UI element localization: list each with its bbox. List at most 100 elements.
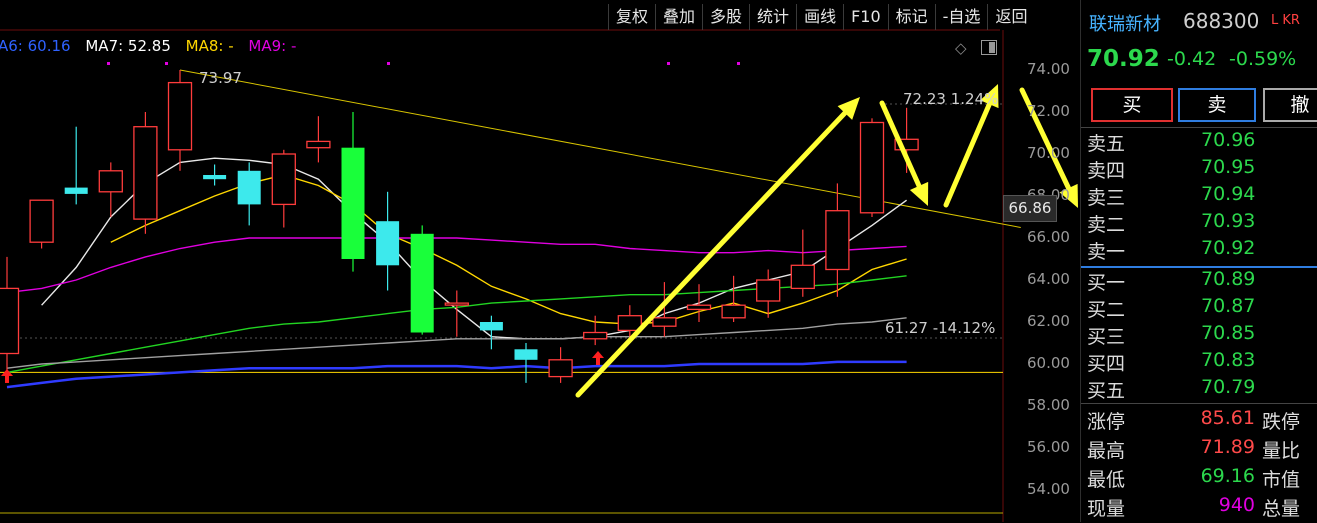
- candle-body-up: [790, 264, 815, 290]
- ma-legend: A6: 60.16 MA7: 52.85 MA8: - MA9: -: [0, 37, 306, 55]
- last-price: 70.92: [1087, 46, 1160, 72]
- toolbar-fuquan-button[interactable]: 复权: [608, 4, 655, 30]
- price-axis-label: 64.00: [1027, 270, 1070, 288]
- stat-value: 85.61: [1200, 407, 1255, 429]
- stat-row: 最高 71.89 量比: [1081, 436, 1317, 465]
- stat-label: 涨停: [1087, 411, 1126, 433]
- ask-price: 70.96: [1201, 129, 1256, 151]
- price-axis-label: 60.00: [1027, 354, 1070, 372]
- candle-body-up: [686, 304, 712, 311]
- divider: [1081, 403, 1317, 404]
- stat-label: 现量: [1087, 498, 1126, 520]
- stat-value: 69.16: [1200, 465, 1255, 487]
- ask-label: 卖三: [1087, 187, 1126, 209]
- price-axis-label: 70.00: [1027, 144, 1070, 162]
- toolbar-multi-stock-button[interactable]: 多股: [702, 4, 749, 30]
- ask-row[interactable]: 卖一 70.92: [1081, 237, 1317, 264]
- event-marker: [387, 62, 390, 65]
- bid-price: 70.85: [1201, 322, 1256, 344]
- stat-row: 最低 69.16 市值: [1081, 465, 1317, 494]
- ma-legend-ma9: MA9: -: [248, 37, 297, 55]
- toolbar-stats-button[interactable]: 统计: [749, 4, 796, 30]
- bid-row[interactable]: 买二 70.87: [1081, 295, 1317, 322]
- toolbar-overlay-button[interactable]: 叠加: [655, 4, 702, 30]
- layout-toggle-icon[interactable]: [981, 40, 998, 55]
- ask-price: 70.95: [1201, 156, 1256, 178]
- candle-body-down: [376, 221, 400, 266]
- candle-body-up: [721, 304, 746, 319]
- right-low-label: 61.27 -14.12%: [885, 319, 996, 337]
- candle-body-up: [29, 199, 54, 243]
- ma-line-a6: [6, 360, 907, 389]
- candle-body-up: [133, 126, 158, 220]
- candle-body-down: [410, 233, 434, 333]
- candle-body-up: [652, 317, 677, 327]
- chart-controls: ◇: [955, 38, 998, 57]
- candle-body-up: [167, 81, 193, 151]
- stat-value: 71.89: [1200, 436, 1255, 458]
- high-label: 73.97: [199, 69, 242, 87]
- candle-body-down: [237, 170, 261, 205]
- toolbar-f10-button[interactable]: F10: [843, 4, 888, 30]
- candle-body-down: [64, 187, 88, 194]
- buy-button[interactable]: 买: [1091, 88, 1173, 122]
- stat-label-secondary: 市值: [1262, 469, 1301, 491]
- price-axis-label: 58.00: [1027, 396, 1070, 414]
- candle-body-up: [548, 359, 573, 378]
- ask-row[interactable]: 卖四 70.95: [1081, 156, 1317, 183]
- bid-label: 买三: [1087, 326, 1126, 348]
- candle-body-up: [859, 121, 885, 214]
- buy-signal-arrow-icon: [592, 351, 604, 365]
- bid-row[interactable]: 买一 70.89: [1081, 268, 1317, 295]
- candle-body-down: [514, 349, 538, 360]
- ask-label: 卖一: [1087, 241, 1126, 263]
- candle-body-up: [0, 287, 20, 355]
- bid-row[interactable]: 买五 70.79: [1081, 376, 1317, 403]
- ask-row[interactable]: 卖三 70.94: [1081, 183, 1317, 210]
- divider: [1081, 127, 1317, 128]
- candle-body-up: [271, 153, 296, 206]
- candle-body-up: [825, 210, 850, 271]
- price-axis-label: 66.00: [1027, 228, 1070, 246]
- price-axis-label: 74.00: [1027, 60, 1070, 78]
- candlestick-chart[interactable]: [0, 0, 1080, 522]
- price-axis-label: 72.00: [1027, 102, 1070, 120]
- toolbar-back-button[interactable]: 返回: [987, 4, 1034, 30]
- annotation-arrow-up-1-shaft: [575, 110, 848, 398]
- ask-row[interactable]: 卖二 70.93: [1081, 210, 1317, 237]
- candle-body-down: [341, 147, 365, 259]
- toolbar-mark-button[interactable]: 标记: [887, 4, 935, 30]
- price-axis-label: 62.00: [1027, 312, 1070, 330]
- toolbar: 复权 叠加 多股 统计 画线 F10 标记 -自选 返回: [608, 4, 1034, 30]
- event-marker: [737, 62, 740, 65]
- candle-body-down: [203, 175, 227, 180]
- ask-price: 70.94: [1201, 183, 1256, 205]
- event-marker: [667, 62, 670, 65]
- ask-label: 卖二: [1087, 214, 1126, 236]
- bid-row[interactable]: 买三 70.85: [1081, 322, 1317, 349]
- sell-button[interactable]: 卖: [1178, 88, 1256, 122]
- ask-row[interactable]: 卖五 70.96: [1081, 129, 1317, 156]
- bid-row[interactable]: 买四 70.83: [1081, 349, 1317, 376]
- stat-label-secondary: 跌停: [1262, 411, 1301, 433]
- ask-price: 70.93: [1201, 210, 1256, 232]
- toolbar-remove-watchlist-button[interactable]: -自选: [934, 4, 988, 30]
- stock-code: 688300: [1183, 9, 1260, 33]
- bid-price: 70.89: [1201, 268, 1256, 290]
- bid-label: 买一: [1087, 272, 1126, 294]
- toolbar-draw-line-button[interactable]: 画线: [796, 4, 843, 30]
- ask-label: 卖五: [1087, 133, 1126, 155]
- stat-label: 最高: [1087, 440, 1126, 462]
- ma-legend-ma7: MA7: 52.85: [85, 37, 171, 55]
- price-axis-label: 54.00: [1027, 480, 1070, 498]
- diamond-icon[interactable]: ◇: [955, 39, 967, 57]
- bid-price: 70.83: [1201, 349, 1256, 371]
- candle-body-up: [306, 140, 331, 149]
- stat-label-secondary: 量比: [1262, 440, 1301, 462]
- stat-row: 涨停 85.61 跌停: [1081, 407, 1317, 436]
- right-high-label: 72.23 1.24%: [903, 90, 999, 108]
- cancel-order-button[interactable]: 撤: [1263, 88, 1317, 122]
- candle-body-up: [583, 331, 608, 340]
- price-change-pct: -0.59%: [1229, 48, 1297, 70]
- stat-label-secondary: 总量: [1262, 498, 1301, 520]
